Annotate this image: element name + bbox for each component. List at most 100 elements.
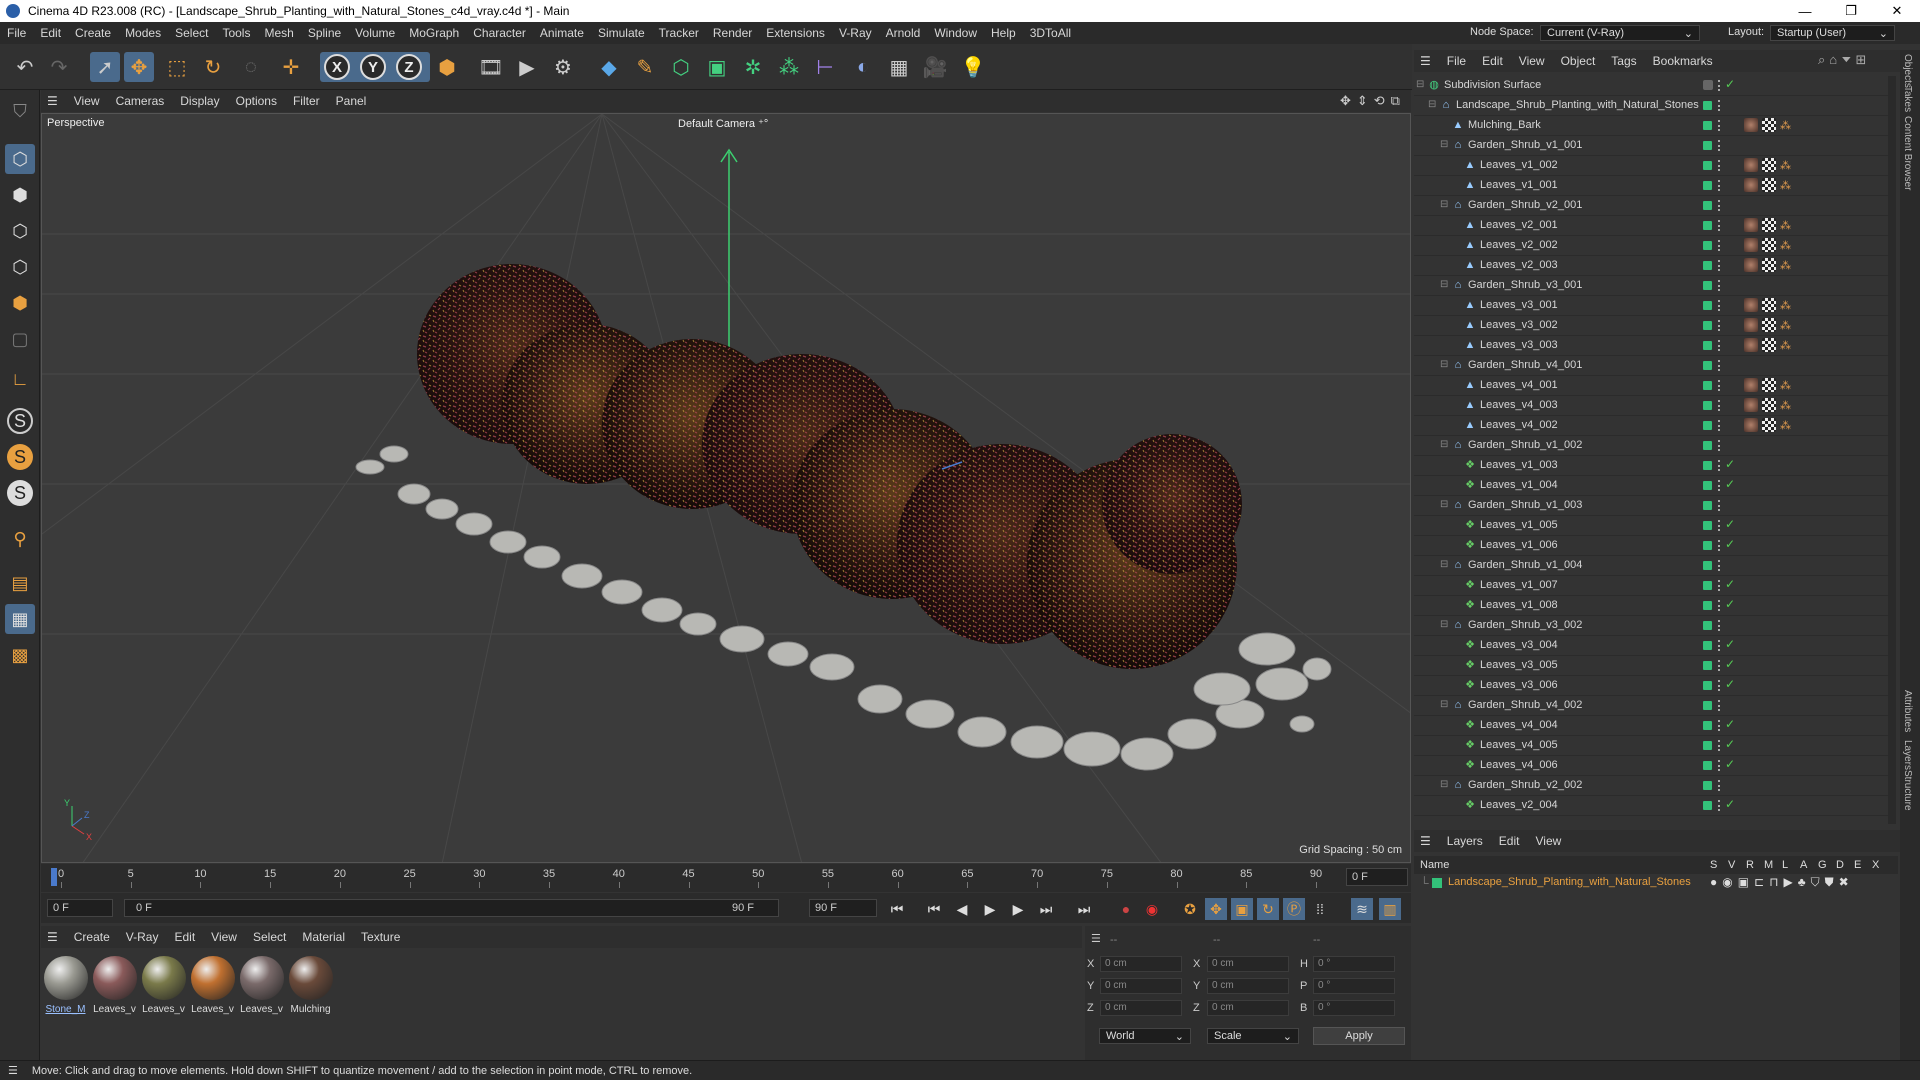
object-menu-tags[interactable]: Tags xyxy=(1603,54,1644,68)
object-menu-view[interactable]: View xyxy=(1511,54,1553,68)
autokey-icon[interactable]: ◉ xyxy=(1141,898,1163,920)
side-tab-structure[interactable]: Structure xyxy=(1902,770,1913,811)
coord-value-field[interactable]: 0 cm xyxy=(1207,978,1289,994)
visibility-dots-icon[interactable] xyxy=(1718,280,1722,291)
enabled-check-icon[interactable]: ✓ xyxy=(1725,717,1735,731)
edges-mode-icon[interactable]: ⬡ xyxy=(5,252,35,282)
layer-color-icon[interactable] xyxy=(1703,401,1712,410)
layer-column-header[interactable]: X xyxy=(1872,859,1879,871)
visibility-dots-icon[interactable] xyxy=(1718,600,1722,611)
enabled-check-icon[interactable]: ✓ xyxy=(1725,477,1735,491)
menu-simulate[interactable]: Simulate xyxy=(591,26,652,40)
layer-toggle-icons[interactable]: ●◉▣⊏⊓▶♣⛉⛊✖ xyxy=(1710,875,1854,890)
workplane-icon[interactable]: ▤ xyxy=(5,568,35,598)
expand-toggle-icon[interactable]: ⊟ xyxy=(1440,139,1448,150)
redo-icon[interactable]: ↷ xyxy=(44,52,74,82)
object-row[interactable]: ⊟ ⌂ Garden_Shrub_v1_003 xyxy=(1414,496,1892,516)
record-keys-icon[interactable]: ● xyxy=(1115,898,1137,920)
expand-toggle-icon[interactable]: ⊟ xyxy=(1440,699,1448,710)
object-row[interactable]: ▲ Leaves_v4_003 ⁂ xyxy=(1414,396,1892,416)
enabled-check-icon[interactable]: ✓ xyxy=(1725,757,1735,771)
object-row[interactable]: ⊟ ⌂ Garden_Shrub_v3_001 xyxy=(1414,276,1892,296)
hamburger-icon[interactable]: ☰ xyxy=(41,930,66,944)
layer-column-header[interactable]: M xyxy=(1764,859,1773,871)
camera-label[interactable]: Default Camera ⁺° xyxy=(678,117,768,130)
menu-tracker[interactable]: Tracker xyxy=(652,26,706,40)
material-tag-icon[interactable] xyxy=(1744,298,1758,312)
material-tag-icon[interactable] xyxy=(1744,318,1758,332)
previous-frame-icon[interactable]: ◀ xyxy=(951,898,973,920)
coordinate-mode-dropdown[interactable]: World ⌄ xyxy=(1099,1028,1191,1044)
layer-color-icon[interactable] xyxy=(1703,381,1712,390)
menu-modes[interactable]: Modes xyxy=(118,26,168,40)
timeline-icon[interactable]: ≋ xyxy=(1351,898,1373,920)
side-tab-layers[interactable]: Layers xyxy=(1902,740,1913,770)
material-tag-icon[interactable] xyxy=(1744,398,1758,412)
scale-tool-icon[interactable]: ⬚ xyxy=(162,52,192,82)
visibility-dots-icon[interactable] xyxy=(1718,120,1722,131)
texture-tag-icon[interactable] xyxy=(1762,178,1776,192)
layer-color-icon[interactable] xyxy=(1703,301,1712,310)
coord-value-field[interactable]: 0 ° xyxy=(1313,978,1395,994)
transform-tool-icon[interactable]: ✛ xyxy=(276,52,306,82)
phong-tag-icon[interactable]: ⁂ xyxy=(1780,339,1791,352)
menu-3dtoall[interactable]: 3DToAll xyxy=(1023,26,1078,40)
texture-tag-icon[interactable] xyxy=(1762,118,1776,132)
tweak-mode-icon[interactable]: ⚲ xyxy=(5,524,35,554)
viewport-menu-options[interactable]: Options xyxy=(228,94,285,108)
object-row[interactable]: ⊟ ◍ Subdivision Surface ✓ xyxy=(1414,76,1892,96)
layer-color-icon[interactable] xyxy=(1703,121,1712,130)
layer-column-header[interactable]: D xyxy=(1836,859,1844,871)
texture-tag-icon[interactable] xyxy=(1762,238,1776,252)
hamburger-icon[interactable]: ☰ xyxy=(41,94,66,108)
render-view-icon[interactable]: ▶ xyxy=(512,52,542,82)
render-region-icon[interactable]: 🎞 xyxy=(476,52,506,82)
visibility-dots-icon[interactable] xyxy=(1718,700,1722,711)
hamburger-icon[interactable]: ☰ xyxy=(1414,834,1439,848)
hamburger-icon[interactable]: ☰ xyxy=(1091,932,1101,945)
cloner-icon[interactable]: ✲ xyxy=(738,52,768,82)
model-mode-icon[interactable]: ⬡ xyxy=(5,144,35,174)
coord-value-field[interactable]: 0 cm xyxy=(1100,956,1182,972)
coord-value-field[interactable]: 0 cm xyxy=(1207,1000,1289,1016)
viewport-menu-cameras[interactable]: Cameras xyxy=(108,94,173,108)
close-button[interactable]: ✕ xyxy=(1874,0,1920,22)
layer-color-icon[interactable] xyxy=(1703,481,1712,490)
coord-value-field[interactable]: 0 ° xyxy=(1313,956,1395,972)
current-frame-field[interactable]: 0 F xyxy=(1346,868,1408,886)
menu-extensions[interactable]: Extensions xyxy=(759,26,832,40)
layer-color-icon[interactable] xyxy=(1703,601,1712,610)
visibility-dots-icon[interactable] xyxy=(1718,360,1722,371)
layer-color-icon[interactable] xyxy=(1703,761,1712,770)
material-tag-icon[interactable] xyxy=(1744,378,1758,392)
visibility-dots-icon[interactable] xyxy=(1718,800,1722,811)
visibility-dots-icon[interactable] xyxy=(1718,300,1722,311)
deformer-icon[interactable]: ⊢ xyxy=(810,52,840,82)
layer-color-icon[interactable] xyxy=(1703,161,1712,170)
texture-tag-icon[interactable] xyxy=(1762,378,1776,392)
visibility-dots-icon[interactable] xyxy=(1718,740,1722,751)
key-scale-icon[interactable]: ▣ xyxy=(1231,898,1253,920)
node-space-dropdown[interactable]: Current (V-Ray) ⌄ xyxy=(1540,25,1700,41)
object-row[interactable]: ▲ Leaves_v2_002 ⁂ xyxy=(1414,236,1892,256)
object-manager-tools[interactable]: ⌕⌂⏷⊞ xyxy=(1818,52,1870,68)
coordinate-system-icon[interactable]: ⬢ xyxy=(432,52,462,82)
material-menu-create[interactable]: Create xyxy=(66,930,118,944)
floor-icon[interactable]: ▦ xyxy=(884,52,914,82)
visibility-dots-icon[interactable] xyxy=(1718,420,1722,431)
visibility-dots-icon[interactable] xyxy=(1718,100,1722,111)
visibility-dots-icon[interactable] xyxy=(1718,540,1722,551)
key-position-icon[interactable]: ✥ xyxy=(1205,898,1227,920)
uv-mode-icon[interactable]: ▢ xyxy=(5,324,35,354)
object-row[interactable]: ❖ Leaves_v1_003 ✓ xyxy=(1414,456,1892,476)
expand-toggle-icon[interactable]: ⊟ xyxy=(1440,279,1448,290)
visibility-dots-icon[interactable] xyxy=(1718,680,1722,691)
enabled-check-icon[interactable]: ✓ xyxy=(1725,637,1735,651)
expand-toggle-icon[interactable]: ⊟ xyxy=(1440,439,1448,450)
menu-create[interactable]: Create xyxy=(68,26,118,40)
y-axis-lock-icon[interactable]: Y xyxy=(360,54,386,80)
frame-ruler[interactable]: 0 5 10 15 20 25 30 35 40 45 50 55 60 65 70 75 80 85 90 xyxy=(53,864,1328,888)
visibility-dots-icon[interactable] xyxy=(1718,660,1722,671)
visibility-dots-icon[interactable] xyxy=(1718,140,1722,151)
extrude-icon[interactable]: ▣ xyxy=(702,52,732,82)
